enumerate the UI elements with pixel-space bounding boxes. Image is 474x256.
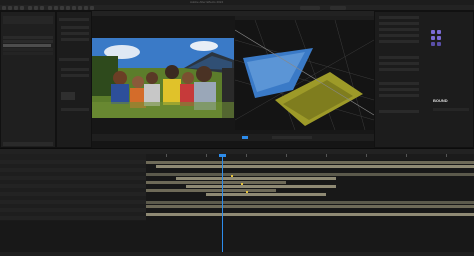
plugin-brand-label: BOUND <box>433 98 448 103</box>
layer-bar[interactable] <box>146 213 474 216</box>
effect-property[interactable] <box>61 38 89 41</box>
rectangle-icon[interactable] <box>48 6 52 10</box>
pan-icon[interactable] <box>34 6 38 10</box>
layer-bars-area <box>146 160 474 220</box>
view-layout-button[interactable] <box>242 136 248 139</box>
effect-property[interactable] <box>61 32 89 35</box>
timeline-footer <box>0 252 474 256</box>
property-field[interactable] <box>379 34 419 37</box>
property-field[interactable] <box>379 94 419 97</box>
project-footer <box>3 142 53 146</box>
pad-button[interactable] <box>431 30 435 34</box>
property-field[interactable] <box>379 28 419 31</box>
property-field[interactable] <box>379 56 419 59</box>
layer-bar[interactable] <box>146 201 474 204</box>
project-item[interactable] <box>3 40 53 43</box>
layer-bar[interactable] <box>146 173 474 176</box>
orbit-icon[interactable] <box>28 6 32 10</box>
pen-icon[interactable] <box>54 6 58 10</box>
keyframe[interactable] <box>246 191 248 193</box>
composition-viewer <box>92 11 374 141</box>
search-help-field[interactable] <box>330 6 346 10</box>
project-item[interactable] <box>3 36 53 39</box>
property-field[interactable] <box>379 62 419 65</box>
layer-bar[interactable] <box>146 189 276 192</box>
project-panel <box>0 11 56 148</box>
zoom-icon[interactable] <box>20 6 24 10</box>
eraser-icon[interactable] <box>78 6 82 10</box>
clone-icon[interactable] <box>72 6 76 10</box>
layer-list <box>0 160 146 221</box>
playhead-handle[interactable] <box>219 154 226 157</box>
layer-bar[interactable] <box>146 205 474 208</box>
plugin-area <box>433 108 469 111</box>
dolly-icon[interactable] <box>40 6 44 10</box>
keyframe[interactable] <box>231 175 233 177</box>
layer-bar[interactable] <box>206 193 326 196</box>
hand-icon[interactable] <box>14 6 18 10</box>
home-icon[interactable] <box>2 6 6 10</box>
effect-controls-panel <box>56 11 92 148</box>
panel-header <box>379 16 419 19</box>
window-title: Adobe After Effects 2024 <box>190 0 224 4</box>
layer-row[interactable] <box>0 216 146 221</box>
effect-property[interactable] <box>61 26 89 29</box>
effect-property[interactable] <box>61 74 89 77</box>
property-field[interactable] <box>379 68 419 71</box>
pad-button[interactable] <box>431 36 435 40</box>
puppet-icon[interactable] <box>90 6 94 10</box>
brush-icon[interactable] <box>66 6 70 10</box>
layer-bar[interactable] <box>146 161 474 164</box>
property-field[interactable] <box>379 22 419 25</box>
pad-button[interactable] <box>437 42 441 46</box>
workspace-menu[interactable] <box>300 6 320 10</box>
project-item[interactable] <box>3 48 53 51</box>
property-field[interactable] <box>379 82 419 85</box>
project-item-selected[interactable] <box>3 44 51 47</box>
active-camera-view[interactable] <box>92 38 234 118</box>
timeline-panel <box>0 148 474 256</box>
custom-3d-view[interactable] <box>235 20 374 130</box>
effect-property[interactable] <box>61 108 89 111</box>
property-field[interactable] <box>379 88 419 91</box>
project-item[interactable] <box>3 52 53 55</box>
project-thumbnail <box>3 16 53 24</box>
property-field[interactable] <box>379 110 419 113</box>
color-swatch[interactable] <box>61 92 75 100</box>
pad-button[interactable] <box>437 36 441 40</box>
effect-property[interactable] <box>61 68 89 71</box>
layer-bar[interactable] <box>186 185 336 188</box>
properties-panel: BOUND <box>374 11 474 148</box>
effect-property[interactable] <box>59 18 89 21</box>
property-field[interactable] <box>379 40 419 43</box>
selection-icon[interactable] <box>8 6 12 10</box>
viewer-footer <box>92 134 374 141</box>
layer-bar[interactable] <box>146 181 286 184</box>
keyframe[interactable] <box>241 183 243 185</box>
layer-bar[interactable] <box>176 177 336 180</box>
type-icon[interactable] <box>60 6 64 10</box>
playhead[interactable] <box>222 154 223 256</box>
viewer-options[interactable] <box>272 136 312 139</box>
pad-button[interactable] <box>437 30 441 34</box>
layer-bar[interactable] <box>156 165 474 168</box>
roto-icon[interactable] <box>84 6 88 10</box>
pad-button[interactable] <box>431 42 435 46</box>
effect-property[interactable] <box>59 58 89 61</box>
